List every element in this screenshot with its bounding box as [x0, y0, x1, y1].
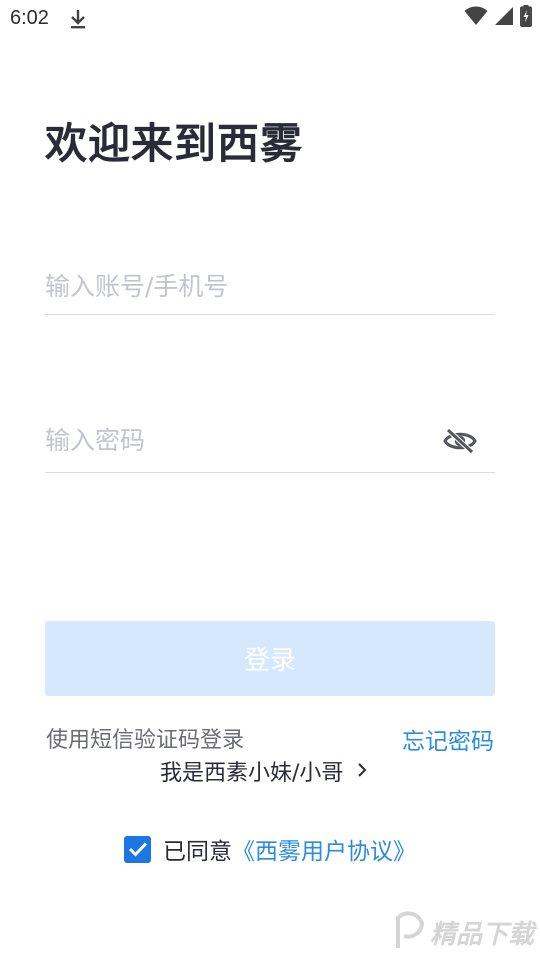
sms-login-link[interactable]: 使用短信验证码登录: [46, 722, 244, 754]
password-input[interactable]: [45, 418, 435, 462]
agree-label: 已同意: [163, 839, 232, 865]
status-time: 6:02: [10, 7, 49, 29]
page-title: 欢迎来到西雾: [45, 119, 304, 168]
watermark-logo-icon: [392, 910, 426, 954]
signal-icon: [494, 6, 514, 30]
login-button[interactable]: 登录: [45, 621, 495, 696]
role-link[interactable]: 我是西素小妹/小哥: [160, 755, 367, 787]
status-icons: [464, 5, 532, 31]
forgot-password-link[interactable]: 忘记密码: [402, 722, 494, 756]
wifi-icon: [464, 6, 488, 30]
status-bar: 6:02: [0, 0, 540, 38]
account-input[interactable]: [45, 264, 435, 308]
watermark: 精品下载: [392, 910, 534, 954]
watermark-text: 精品下载: [429, 919, 534, 950]
chevron-right-icon: [357, 759, 367, 784]
account-field-container: [45, 264, 495, 315]
battery-charging-icon: [520, 5, 532, 31]
eye-slash-icon[interactable]: [441, 422, 479, 460]
password-field-container: [45, 418, 495, 473]
agreement-checkbox[interactable]: [124, 835, 151, 863]
role-link-label: 我是西素小妹/小哥: [160, 761, 344, 786]
agreement-row: 已同意 《西雾用户协议》: [124, 832, 416, 866]
user-agreement-link[interactable]: 《西雾用户协议》: [232, 832, 416, 866]
download-icon: [68, 8, 88, 30]
